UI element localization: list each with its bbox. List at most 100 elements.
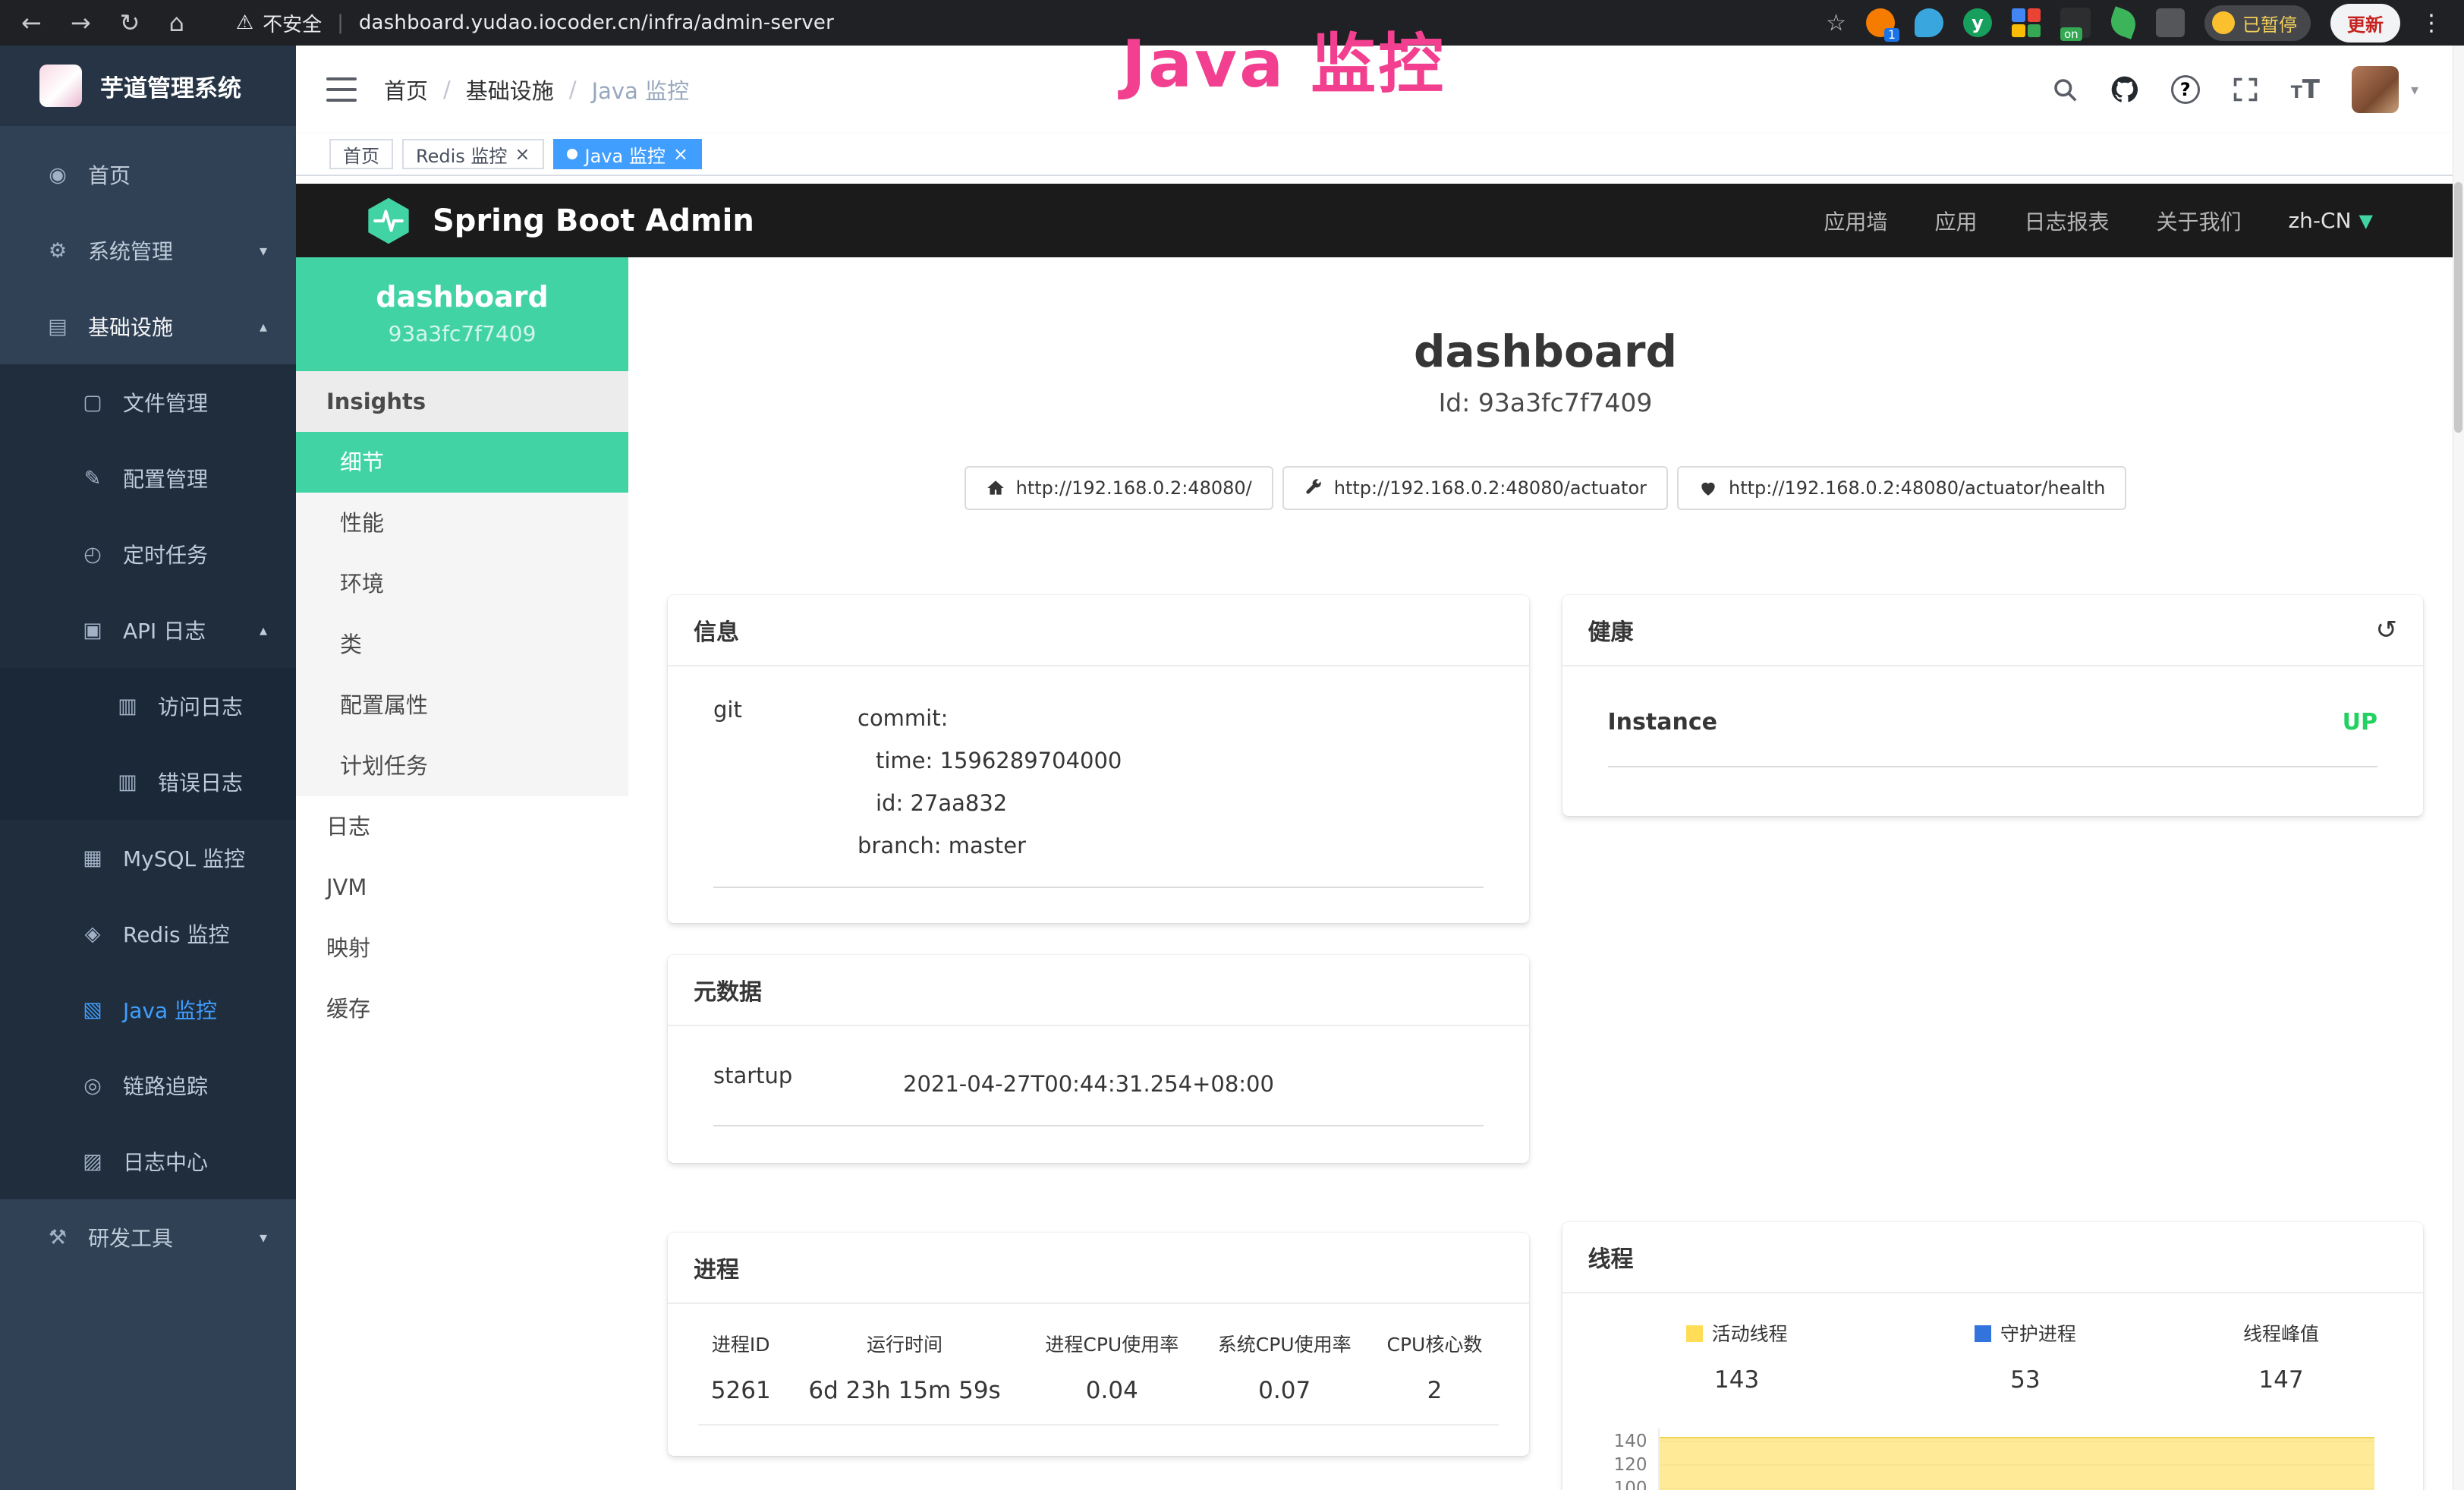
threads-value-row: 143 53 147 — [1593, 1354, 2393, 1413]
chevron-up-icon: ▴ — [260, 317, 267, 335]
card-title: 信息 — [694, 613, 739, 647]
font-size-icon[interactable]: TT — [2291, 74, 2320, 105]
sba-menu-environment[interactable]: 环境 — [296, 553, 628, 614]
bookmark-star-icon[interactable]: ☆ — [1826, 10, 1846, 36]
sidebar-item-jobs[interactable]: ◴ 定时任务 — [0, 516, 296, 592]
sidebar-item-config[interactable]: ✎ 配置管理 — [0, 440, 296, 516]
scrollbar[interactable] — [2453, 46, 2464, 1490]
breadcrumb-item[interactable]: 基础设施 — [466, 74, 554, 106]
sba-menu-caches[interactable]: 缓存 — [296, 978, 628, 1039]
sba-brand-label: Spring Boot Admin — [433, 203, 754, 238]
threads-legend-table: 活动线程 守护进程 线程峰值 143 53 147 — [1593, 1312, 2393, 1413]
tab-redis-monitor[interactable]: Redis 监控 × — [402, 139, 544, 169]
sba-nav-about[interactable]: 关于我们 — [2156, 206, 2241, 236]
extension-icon-on[interactable]: on — [2060, 8, 2091, 38]
sidebar-item-label: Redis 监控 — [123, 918, 229, 949]
service-url-link[interactable]: http://192.168.0.2:48080/ — [965, 466, 1273, 510]
health-url-link[interactable]: http://192.168.0.2:48080/actuator/health — [1677, 466, 2126, 510]
column-header: 进程CPU使用率 — [1026, 1322, 1198, 1365]
forward-icon[interactable]: → — [71, 8, 91, 37]
sidebar-item-infra[interactable]: ▤ 基础设施 ▴ — [0, 288, 296, 364]
sidebar-item-files[interactable]: ▢ 文件管理 — [0, 364, 296, 440]
sidebar-item-label: API 日志 — [123, 615, 206, 645]
java-monitor-icon: ▧ — [79, 998, 106, 1022]
extension-icon-leaf[interactable] — [2107, 6, 2140, 39]
extension-icon-green[interactable]: y — [1963, 8, 1992, 37]
health-row[interactable]: Instance UP — [1608, 709, 2378, 767]
sidebar-item-java-monitor[interactable]: ▧ Java 监控 — [0, 972, 296, 1047]
access-log-icon: ▥ — [114, 695, 141, 718]
breadcrumb-item[interactable]: 首页 — [384, 74, 428, 106]
chrome-menu-icon[interactable]: ⋮ — [2420, 10, 2443, 36]
breadcrumb-separator: / — [569, 77, 577, 102]
page-view: Spring Boot Admin 应用墙 应用 日志报表 关于我们 zh-CN… — [296, 176, 2464, 1490]
legend-blue-swatch — [1975, 1325, 1991, 1342]
instance-id: 93a3fc7f7409 — [296, 321, 628, 346]
extension-icon-grid[interactable] — [2012, 8, 2041, 37]
sba-menu-details[interactable]: 细节 — [296, 432, 628, 493]
address-bar[interactable]: ⚠ 不安全 | dashboard.yudao.iocoder.cn/infra… — [236, 9, 834, 37]
scrollbar-thumb[interactable] — [2454, 182, 2462, 433]
chrome-update-button[interactable]: 更新 — [2330, 4, 2400, 43]
sidebar-item-redis[interactable]: ◈ Redis 监控 — [0, 896, 296, 972]
sidebar-item-trace[interactable]: ◎ 链路追踪 — [0, 1047, 296, 1123]
sba-menu-mappings[interactable]: 映射 — [296, 918, 628, 978]
locale-selector[interactable]: zh-CN ▼ — [2288, 208, 2373, 233]
extension-icon-orange[interactable]: 1 — [1866, 8, 1895, 37]
sidebar-item-devtools[interactable]: ⚒ 研发工具 ▾ — [0, 1199, 296, 1275]
sba-nav-applications[interactable]: 应用 — [1934, 206, 1977, 236]
sidebar-item-mysql[interactable]: ▦ MySQL 监控 — [0, 820, 296, 896]
info-value: commit: time: 1596289704000 id: 27aa832 … — [858, 697, 1484, 867]
user-avatar[interactable] — [2352, 66, 2399, 113]
home-icon[interactable]: ⌂ — [168, 8, 184, 37]
extension-icon-drop[interactable] — [1915, 8, 1943, 37]
health-instance-label: Instance — [1608, 709, 1717, 736]
sba-menu-configprops[interactable]: 配置属性 — [296, 675, 628, 736]
actuator-url-link[interactable]: http://192.168.0.2:48080/actuator — [1282, 466, 1668, 510]
tab-home[interactable]: 首页 — [329, 139, 393, 169]
process-pid: 5261 — [698, 1365, 783, 1425]
back-icon[interactable]: ← — [21, 8, 42, 37]
sidebar-logo[interactable]: 芋道管理系统 — [0, 46, 296, 126]
sidebar-item-api-log[interactable]: ▣ API 日志 ▴ — [0, 592, 296, 668]
fullscreen-icon[interactable] — [2232, 76, 2259, 103]
git-commit-time: time: 1596289704000 — [858, 739, 1484, 782]
hamburger-icon[interactable] — [326, 77, 357, 102]
extensions-puzzle-icon[interactable] — [2156, 8, 2185, 37]
sidebar-item-home[interactable]: ◉ 首页 — [0, 137, 296, 213]
process-cpu: 0.04 — [1026, 1365, 1198, 1425]
instance-header[interactable]: dashboard 93a3fc7f7409 — [296, 257, 628, 371]
github-icon[interactable] — [2110, 75, 2139, 104]
search-icon[interactable] — [2051, 76, 2079, 103]
close-icon[interactable]: × — [673, 145, 688, 163]
app-title: 芋道管理系统 — [100, 69, 241, 103]
sba-brand[interactable]: Spring Boot Admin — [364, 197, 754, 245]
tab-paused-badge[interactable]: 已暂停 — [2204, 5, 2311, 41]
sba-nav-journal[interactable]: 日志报表 — [2024, 206, 2109, 236]
sba-menu-jvm[interactable]: JVM — [296, 857, 628, 918]
trace-icon: ◎ — [79, 1074, 106, 1098]
sba-nav-wallboard[interactable]: 应用墙 — [1824, 206, 1887, 236]
sba-menu-scheduledtasks[interactable]: 计划任务 — [296, 736, 628, 796]
tab-label: Redis 监控 — [416, 141, 507, 168]
card-title: 元数据 — [694, 973, 762, 1006]
window-body: 芋道管理系统 ◉ 首页 ⚙ 系统管理 ▾ ▤ 基础设施 ▴ ▢ 文件管理 ✎ — [0, 46, 2464, 1490]
sidebar-item-log-center[interactable]: ▨ 日志中心 — [0, 1123, 296, 1199]
header-actions: ? TT ▾ — [2051, 66, 2418, 113]
breadcrumb-separator: / — [443, 77, 451, 102]
sba-menu-logs[interactable]: 日志 — [296, 796, 628, 857]
sidebar-item-label: 文件管理 — [123, 387, 208, 417]
sidebar-item-access-log[interactable]: ▥ 访问日志 — [0, 668, 296, 744]
sidebar-item-system[interactable]: ⚙ 系统管理 ▾ — [0, 213, 296, 288]
history-icon[interactable]: ↺ — [2376, 615, 2398, 645]
sba-menu-metrics[interactable]: 性能 — [296, 493, 628, 553]
help-icon[interactable]: ? — [2171, 75, 2200, 104]
smiley-icon — [2212, 11, 2235, 34]
tab-java-monitor[interactable]: Java 监控 × — [553, 139, 702, 169]
chrome-toolbar: ☆ 1 y on 已暂停 更新 ⋮ — [1826, 4, 2443, 43]
close-icon[interactable]: × — [515, 145, 530, 163]
infrastructure-icon: ▤ — [44, 315, 71, 339]
sidebar-item-error-log[interactable]: ▥ 错误日志 — [0, 744, 296, 820]
sba-menu-classes[interactable]: 类 — [296, 614, 628, 675]
refresh-icon[interactable]: ↻ — [120, 8, 140, 37]
